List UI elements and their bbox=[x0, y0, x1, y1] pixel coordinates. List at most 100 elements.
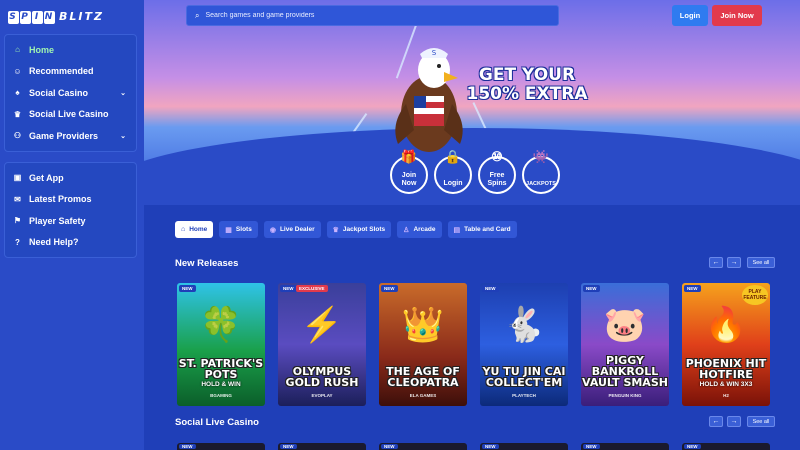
game-subtitle: HOLD & WIN 3X3 bbox=[699, 381, 753, 388]
new-releases-controls: ← → See all bbox=[709, 257, 775, 268]
logo-word: BLITZ bbox=[59, 9, 104, 23]
hero-headline-line1: GET YOUR bbox=[478, 65, 576, 85]
new-badge: NEW bbox=[482, 444, 499, 449]
join-now-button[interactable]: Join Now bbox=[712, 5, 762, 26]
tab-label: Live Dealer bbox=[279, 226, 315, 233]
game-card[interactable]: NEW 🐇 YU TU JIN CAI COLLECT'EM PLAYTECH bbox=[480, 283, 568, 406]
logo-letter: I bbox=[32, 10, 43, 24]
game-subtitle: HOLD & WIN bbox=[201, 381, 241, 388]
new-badge: NEW bbox=[583, 444, 600, 449]
game-art-icon: 🍀 bbox=[199, 306, 243, 344]
game-card[interactable]: NEW PLAY FEATURE 🔥 PHOENIX HIT HOTFIRE HOLD … bbox=[682, 283, 770, 406]
new-badge: NEW bbox=[179, 285, 196, 292]
sidebar-item-label: Home bbox=[29, 44, 55, 55]
new-badge: NEW bbox=[179, 444, 196, 449]
game-provider: ELA GAMES bbox=[409, 393, 437, 398]
arcade-icon: ♙ bbox=[403, 226, 410, 234]
new-badge: NEW bbox=[583, 285, 600, 292]
hero-headline: GET YOUR 150% EXTRA bbox=[462, 66, 592, 104]
sidebar-item-social-live-casino[interactable]: ♛ Social Live Casino bbox=[5, 104, 136, 126]
chevron-down-icon[interactable]: ⌄ bbox=[120, 89, 126, 97]
game-provider: PENGUIN KING bbox=[608, 393, 642, 398]
game-title: YU TU JIN CAI COLLECT'EM bbox=[482, 365, 566, 389]
live-game-card[interactable]: NEW bbox=[682, 443, 770, 450]
spade-icon: ♠ bbox=[15, 88, 20, 98]
sidebar-item-social-casino[interactable]: ♠ Social Casino ⌄ bbox=[5, 82, 136, 104]
logo-letter: S bbox=[8, 10, 19, 24]
live-game-card[interactable]: NEW bbox=[177, 443, 265, 450]
game-art-icon: ⚡ bbox=[300, 306, 344, 344]
tab-slots[interactable]: ▦ Slots bbox=[219, 221, 258, 238]
game-title: THE AGE OF CLEOPATRA bbox=[386, 365, 460, 389]
see-all-button[interactable]: See all bbox=[747, 416, 775, 427]
new-badge: NEW bbox=[280, 444, 297, 449]
exclusive-badge: EXCLUSIVE bbox=[296, 285, 328, 292]
see-all-button[interactable]: See all bbox=[747, 257, 775, 268]
section-title-new-releases: New Releases bbox=[175, 258, 239, 269]
hero-button-label: JACKPOTS bbox=[526, 181, 556, 187]
tab-label: Slots bbox=[235, 226, 252, 233]
sidebar-item-home[interactable]: ⌂ Home bbox=[5, 39, 136, 61]
sidebar-item-player-safety[interactable]: ⚑ Player Safety bbox=[5, 210, 136, 232]
prev-arrow-icon[interactable]: ← bbox=[709, 416, 723, 427]
tab-arcade[interactable]: ♙ Arcade bbox=[397, 221, 442, 238]
logo[interactable]: SPIN BLITZ bbox=[8, 8, 104, 24]
game-title: PHOENIX HIT HOTFIRE bbox=[685, 357, 767, 381]
game-card[interactable]: NEW 🐷 PIGGY BANKROLL VAULT SMASH PENGUIN KI… bbox=[581, 283, 669, 406]
tab-home[interactable]: ⌂ Home bbox=[175, 221, 214, 238]
logo-letter: N bbox=[44, 10, 55, 24]
hero-button-label: Login bbox=[443, 180, 463, 187]
prev-arrow-icon[interactable]: ← bbox=[709, 257, 723, 268]
sidebar-item-need-help[interactable]: ? Need Help? bbox=[5, 232, 136, 254]
game-card[interactable]: NEW 🍀 ST. PATRICK'S POTS HOLD & WIN BGAMING bbox=[177, 283, 265, 406]
game-art-icon: 🐇 bbox=[502, 306, 546, 344]
search-bar[interactable]: ⌕ bbox=[186, 5, 559, 26]
game-provider: EVOPLAY bbox=[311, 393, 333, 398]
spins-icon: ⑩ bbox=[491, 149, 503, 164]
live-dealer-icon: ◉ bbox=[269, 226, 276, 234]
next-arrow-icon[interactable]: → bbox=[727, 257, 741, 268]
login-button[interactable]: Login bbox=[672, 5, 708, 26]
next-arrow-icon[interactable]: → bbox=[727, 416, 741, 427]
hero-banner: S GET YOUR 150% EXTRA 🎁 Join Now 🔒 Login… bbox=[144, 0, 800, 205]
chevron-down-icon[interactable]: ⌄ bbox=[120, 132, 126, 140]
live-game-card[interactable]: NEW bbox=[581, 443, 669, 450]
tab-jackpot-slots[interactable]: ♛ Jackpot Slots bbox=[326, 221, 392, 238]
search-input[interactable] bbox=[205, 12, 506, 19]
game-card[interactable]: NEW EXCLUSIVE ⚡ OLYMPUS GOLD RUSH EVOPLAY bbox=[278, 283, 366, 406]
hero-join-now-button[interactable]: 🎁 Join Now bbox=[390, 150, 428, 194]
new-badge: NEW bbox=[684, 285, 701, 292]
hero-jackpots-button[interactable]: 👾 JACKPOTS bbox=[522, 149, 560, 194]
person-icon: ⚇ bbox=[13, 131, 22, 141]
sidebar-item-recommended[interactable]: ☺ Recommended bbox=[5, 61, 136, 83]
crown-icon: ♛ bbox=[13, 109, 22, 119]
tab-live-dealer[interactable]: ◉ Live Dealer bbox=[263, 221, 321, 238]
new-badge: NEW bbox=[684, 444, 701, 449]
slots-icon: ▦ bbox=[225, 226, 232, 234]
hero-free-spins-button[interactable]: ⑩ Free Spins bbox=[478, 149, 516, 194]
sidebar-item-get-app[interactable]: ▣ Get App bbox=[5, 167, 136, 189]
sidebar-item-game-providers[interactable]: ⚇ Game Providers ⌄ bbox=[5, 125, 136, 147]
game-provider: BGAMING bbox=[210, 393, 232, 398]
play-feature-badge: PLAY FEATURE bbox=[742, 285, 768, 305]
sidebar-item-latest-promos[interactable]: ✉ Latest Promos bbox=[5, 189, 136, 211]
tab-label: Jackpot Slots bbox=[342, 226, 386, 233]
tab-table-and-card[interactable]: ▤ Table and Card bbox=[447, 221, 517, 238]
social-live-controls: ← → See all bbox=[709, 416, 775, 427]
shield-icon: ⚑ bbox=[13, 216, 22, 226]
secondary-nav: ▣ Get App ✉ Latest Promos ⚑ Player Safet… bbox=[4, 162, 137, 258]
tab-label: Home bbox=[189, 226, 208, 233]
home-icon: ⌂ bbox=[181, 226, 186, 233]
live-game-card[interactable]: NEW bbox=[278, 443, 366, 450]
hero-button-label: Join bbox=[401, 172, 417, 179]
monster-icon: 👾 bbox=[532, 149, 550, 164]
hero-login-button[interactable]: 🔒 Login bbox=[434, 150, 472, 194]
game-provider: H2 bbox=[723, 393, 729, 398]
cards-icon: ▤ bbox=[453, 226, 461, 234]
smile-icon: ☺ bbox=[13, 66, 22, 76]
game-card[interactable]: NEW 👑 THE AGE OF CLEOPATRA ELA GAMES bbox=[379, 283, 467, 406]
search-icon: ⌕ bbox=[195, 10, 200, 20]
live-game-card[interactable]: NEW bbox=[480, 443, 568, 450]
live-game-card[interactable]: NEW bbox=[379, 443, 467, 450]
hero-button-label: Free bbox=[489, 172, 505, 179]
